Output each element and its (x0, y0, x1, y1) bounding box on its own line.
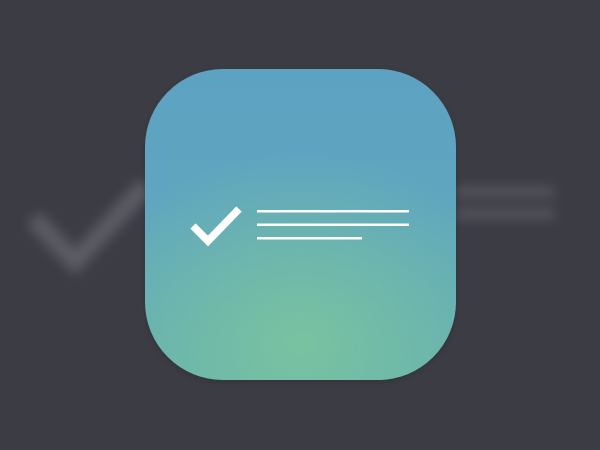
checklist-glyph (190, 206, 409, 247)
text-lines-icon (257, 210, 409, 240)
checkmark-icon (190, 206, 242, 247)
text-line (257, 223, 409, 226)
background-text-line (455, 210, 555, 218)
checklist-app-icon (145, 69, 456, 380)
text-line (257, 237, 362, 240)
background-text-line (455, 188, 555, 196)
text-line (257, 210, 409, 213)
background-checkmark-icon (27, 179, 153, 276)
